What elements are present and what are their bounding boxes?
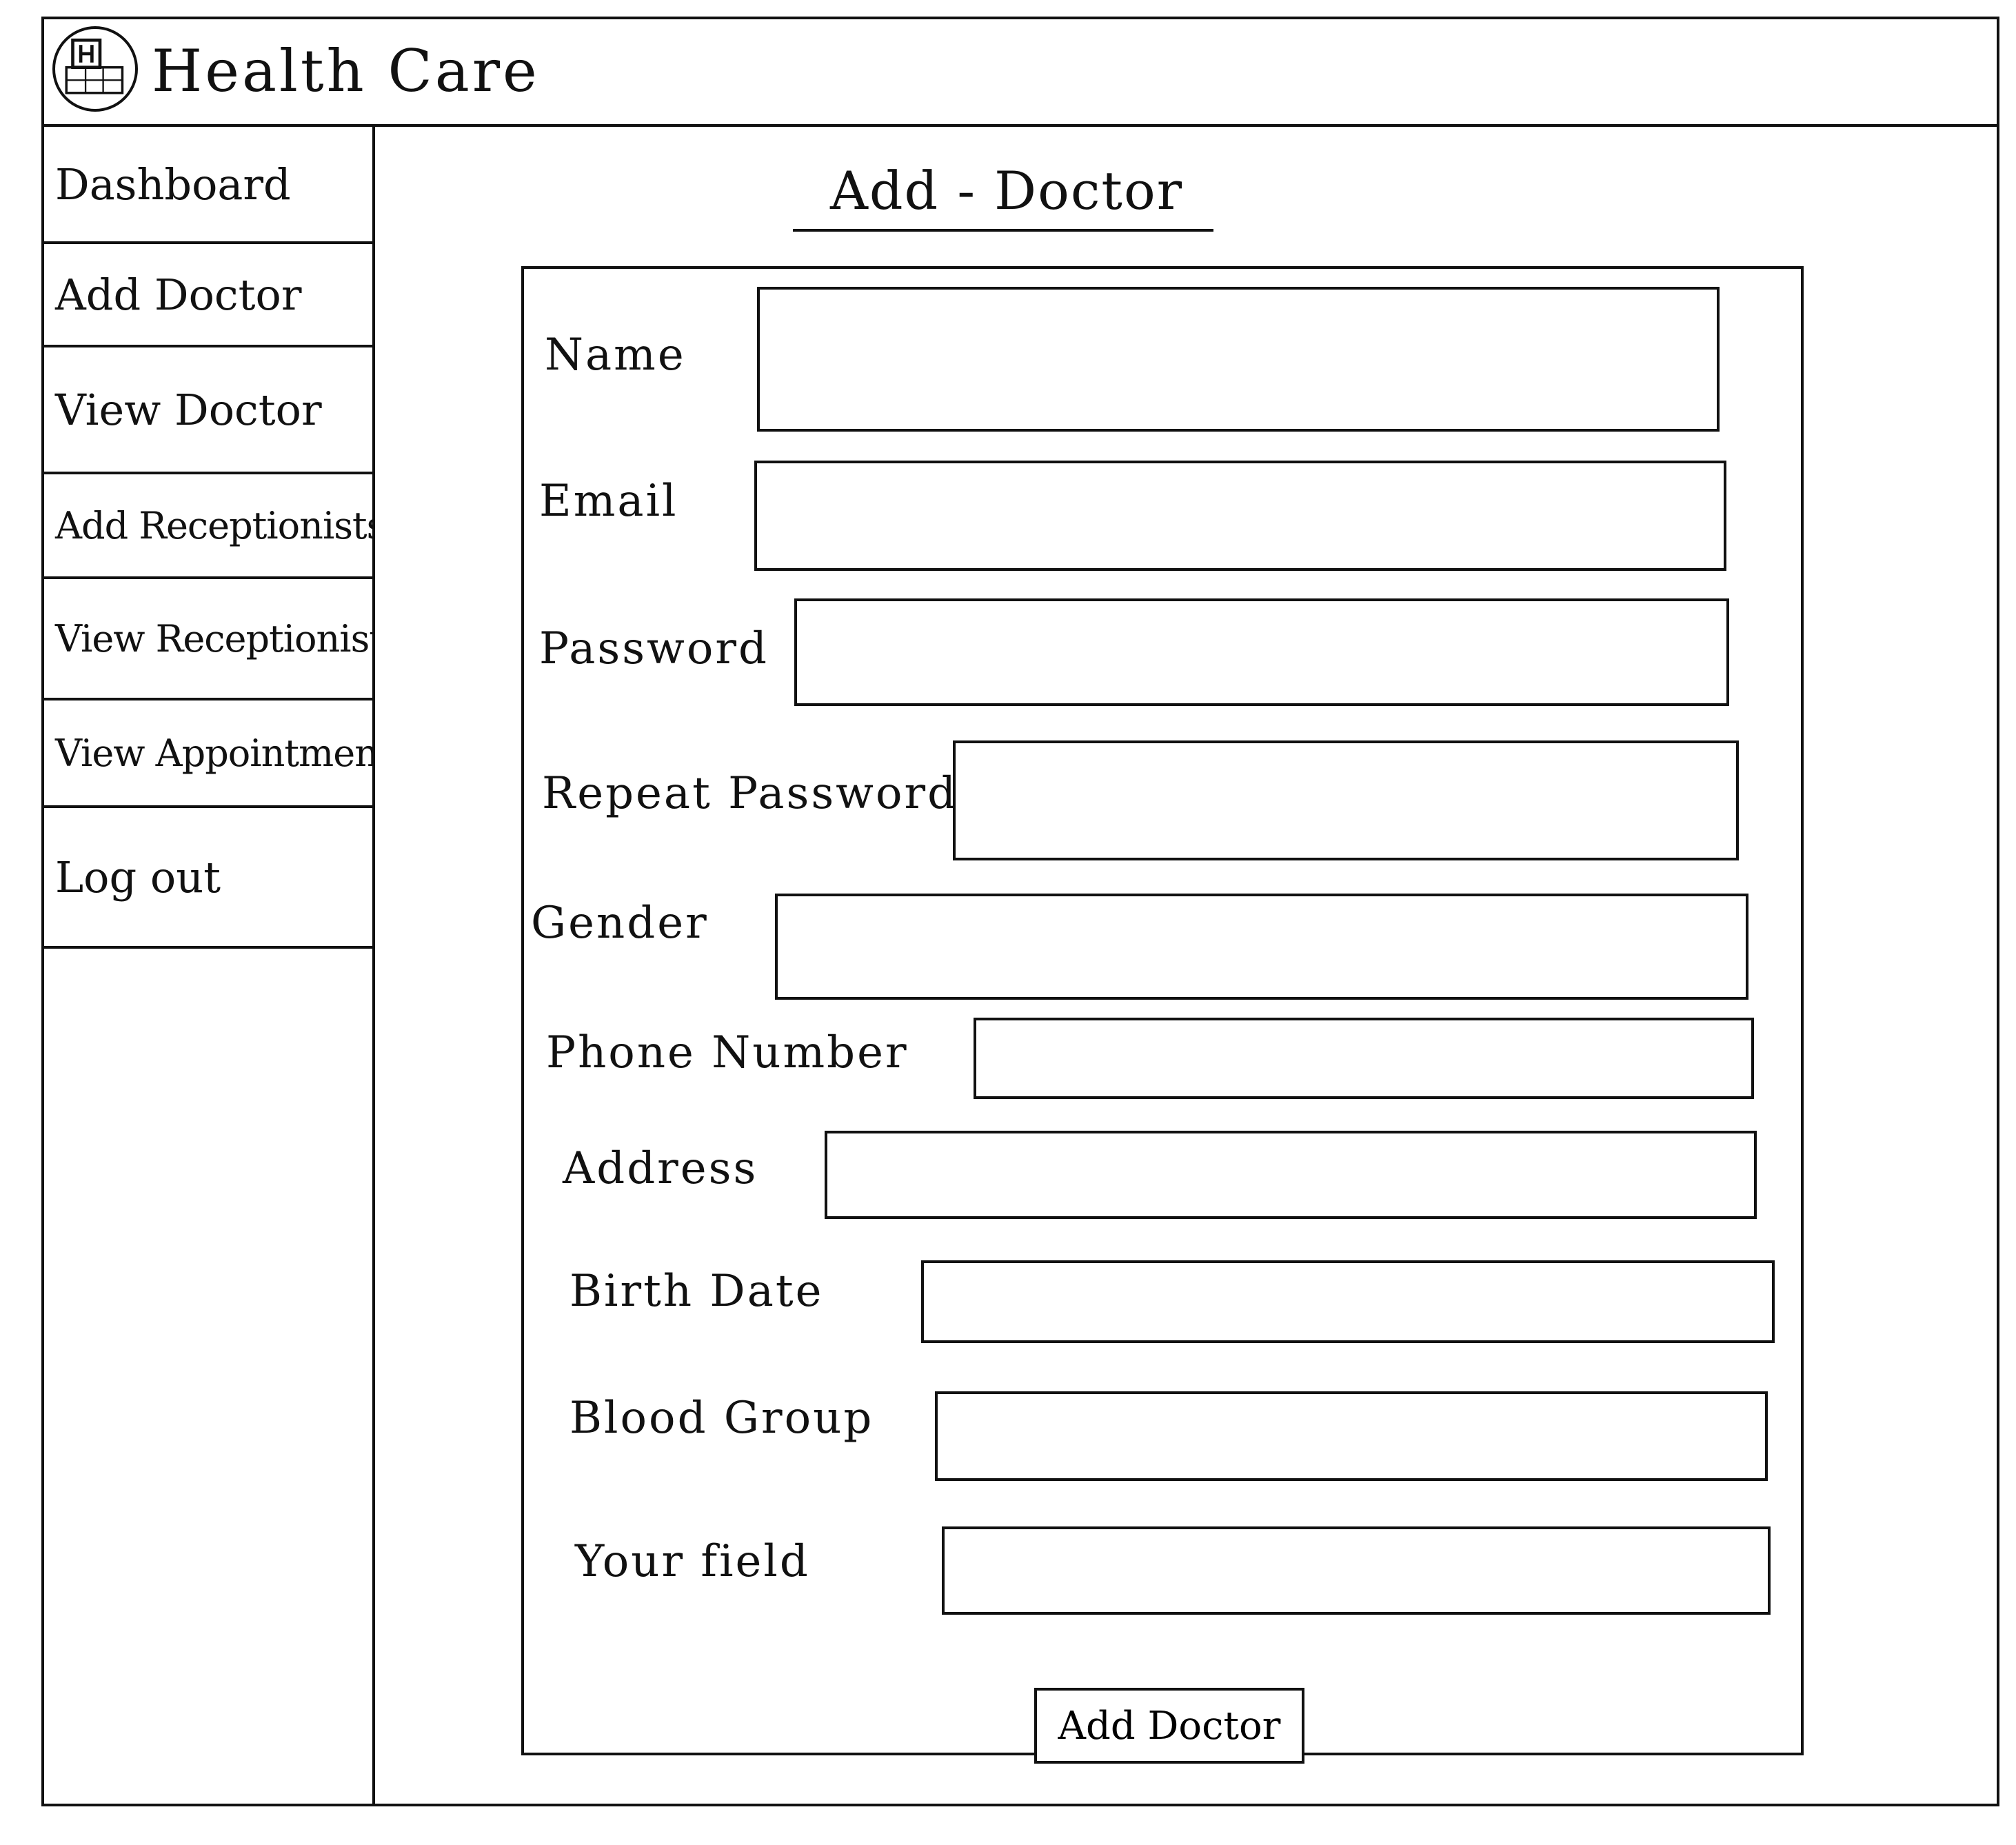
name-label: Name bbox=[545, 330, 686, 381]
sidebar-item-view-doctor[interactable]: View Doctor bbox=[41, 347, 372, 474]
gender-label: Gender bbox=[531, 898, 709, 949]
phone-number-label: Phone Number bbox=[546, 1027, 909, 1078]
your-field-label: Your field bbox=[575, 1536, 810, 1587]
repeat-password-label: Repeat Password bbox=[542, 768, 958, 819]
sidebar-item-view-appointments[interactable]: View Appointments bbox=[41, 700, 372, 808]
address-label: Address bbox=[563, 1143, 758, 1194]
birth-date-input[interactable] bbox=[921, 1260, 1775, 1343]
sidebar: Dashboard Add Doctor View Doctor Add Rec… bbox=[41, 127, 375, 1806]
your-field-input[interactable] bbox=[942, 1526, 1771, 1615]
sidebar-item-log-out[interactable]: Log out bbox=[41, 808, 372, 949]
gender-input[interactable] bbox=[775, 894, 1748, 1000]
app-header: Health Care bbox=[41, 17, 1999, 127]
birth-date-label: Birth Date bbox=[569, 1266, 824, 1317]
repeat-password-input[interactable] bbox=[953, 740, 1739, 860]
password-label: Password bbox=[539, 623, 769, 674]
email-input[interactable] bbox=[754, 461, 1726, 571]
page-title-underline bbox=[793, 229, 1213, 232]
blood-group-label: Blood Group bbox=[569, 1393, 874, 1444]
sidebar-item-add-receptionists[interactable]: Add Receptionists bbox=[41, 474, 372, 579]
page-title: Add - Doctor bbox=[829, 160, 1184, 221]
hospital-logo-icon bbox=[52, 26, 138, 112]
app-title: Health Care bbox=[152, 37, 540, 105]
name-input[interactable] bbox=[757, 287, 1720, 432]
address-input[interactable] bbox=[825, 1131, 1757, 1219]
sidebar-item-add-doctor[interactable]: Add Doctor bbox=[41, 244, 372, 347]
sidebar-item-dashboard[interactable]: Dashboard bbox=[41, 127, 372, 244]
password-input[interactable] bbox=[794, 598, 1729, 706]
email-label: Email bbox=[539, 476, 678, 527]
sidebar-item-view-receptionist[interactable]: View Receptionist bbox=[41, 579, 372, 700]
blood-group-input[interactable] bbox=[935, 1391, 1768, 1481]
phone-number-input[interactable] bbox=[974, 1018, 1754, 1099]
add-doctor-button[interactable]: Add Doctor bbox=[1034, 1688, 1304, 1764]
